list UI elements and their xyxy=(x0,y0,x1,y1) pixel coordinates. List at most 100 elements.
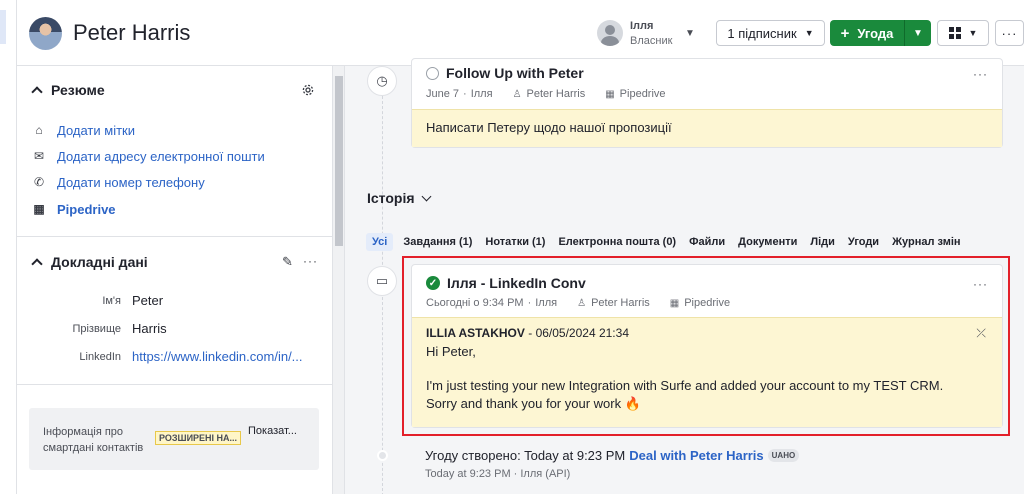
followers-button[interactable]: 1 підписник ▼ xyxy=(716,20,825,46)
note-icon: ▭ xyxy=(367,266,397,296)
edit-icon[interactable]: ✎ xyxy=(282,254,293,270)
person-avatar xyxy=(29,17,62,50)
history-title: Історія xyxy=(367,190,415,206)
activity-title[interactable]: Follow Up with Peter xyxy=(446,65,584,81)
activity-meta: June 7 · Ілля ♙ Peter Harris ▦ Pipedrive xyxy=(426,88,666,100)
field-first-name: Ім'я Peter xyxy=(17,293,332,311)
field-label: Прізвище xyxy=(72,323,121,335)
phone-icon: ✆ xyxy=(33,175,45,189)
add-labels-link[interactable]: ⌂ Додати мітки xyxy=(31,121,135,139)
smart-data-text: Інформація про смартдані контактів xyxy=(43,426,144,454)
history-filter-tabs: Усі Завдання (1) Нотатки (1) Електронна … xyxy=(366,232,974,252)
more-actions-button[interactable]: ··· xyxy=(995,20,1024,46)
chevron-down-icon: ▼ xyxy=(804,28,814,38)
organization-label: Pipedrive xyxy=(57,201,116,217)
add-deal-button[interactable]: + Угода xyxy=(830,20,904,46)
summary-title: Резюме xyxy=(51,82,105,98)
field-label: Ім'я xyxy=(102,295,121,307)
add-deal-label: Угода xyxy=(857,25,894,41)
tag-icon: ⌂ xyxy=(35,123,43,137)
tab-tasks[interactable]: Завдання (1) xyxy=(403,236,472,248)
chevron-down-icon: ▼ xyxy=(913,27,923,39)
sidebar: Резюме ⌂ Додати мітки ✉ Додати адресу ел… xyxy=(17,66,332,494)
scrollbar-thumb[interactable] xyxy=(335,76,343,246)
currency-badge: UAHO xyxy=(767,449,800,462)
plus-icon: + xyxy=(840,24,850,42)
person-header: Peter Harris Ілля Власник ▼ 1 підписник … xyxy=(17,0,1024,66)
chevron-down-icon xyxy=(421,191,431,201)
owner-avatar xyxy=(597,20,623,46)
owner-selector[interactable]: Ілля Власник ▼ xyxy=(597,18,702,50)
activity-title-row: Follow Up with Peter xyxy=(426,65,584,81)
gear-icon[interactable] xyxy=(302,84,314,96)
tab-documents[interactable]: Документи xyxy=(738,236,797,248)
tab-files[interactable]: Файли xyxy=(689,236,725,248)
upgrade-badge[interactable]: РОЗШИРЕНІ НА... xyxy=(155,431,242,445)
mail-icon: ✉ xyxy=(33,149,45,163)
nav-rail-active-item[interactable] xyxy=(0,10,6,44)
grid-icon xyxy=(948,27,961,39)
organization-link[interactable]: ▦ Pipedrive xyxy=(31,200,116,218)
smart-data-panel: Інформація про смартдані контактів РОЗШИ… xyxy=(29,408,319,470)
highlight-box xyxy=(402,256,1010,436)
deal-options-toggle[interactable]: ▼ xyxy=(905,20,931,46)
chevron-up-icon xyxy=(31,86,43,98)
activity-org[interactable]: Pipedrive xyxy=(620,88,666,100)
nav-rail xyxy=(0,0,17,494)
activity-date: June 7 xyxy=(426,88,460,100)
tab-leads[interactable]: Ліди xyxy=(810,236,835,248)
activity-user: Ілля xyxy=(470,88,493,100)
activity-card[interactable]: Follow Up with Peter ··· June 7 · Ілля ♙… xyxy=(411,58,1003,148)
timeline-dot xyxy=(377,450,388,461)
field-label: LinkedIn xyxy=(79,351,121,363)
deal-link[interactable]: Deal with Peter Harris xyxy=(629,448,763,463)
history-toggle[interactable]: Історія xyxy=(367,190,431,206)
building-icon: ▦ xyxy=(605,88,615,100)
add-deal-button-group: + Угода ▼ xyxy=(830,20,931,46)
owner-role: Власник xyxy=(630,35,673,47)
tab-notes[interactable]: Нотатки (1) xyxy=(485,236,545,248)
field-value[interactable]: Peter xyxy=(132,293,163,308)
activity-checkbox[interactable] xyxy=(426,66,439,80)
add-phone-link[interactable]: ✆ Додати номер телефону xyxy=(31,173,205,191)
tab-deals[interactable]: Угоди xyxy=(848,236,879,248)
card-more-icon[interactable]: ··· xyxy=(973,67,988,81)
chevron-down-icon: ▼ xyxy=(968,28,978,38)
tab-all[interactable]: Усі xyxy=(366,233,394,251)
person-icon: ♙ xyxy=(512,88,522,100)
activity-person[interactable]: Peter Harris xyxy=(527,88,586,100)
tab-changelog[interactable]: Журнал змін xyxy=(892,236,960,248)
field-value[interactable]: Harris xyxy=(132,321,167,336)
activity-note: Написати Петеру щодо нашої пропозиції xyxy=(412,109,1002,147)
building-icon: ▦ xyxy=(33,202,45,216)
sidebar-scrollbar[interactable] xyxy=(332,66,345,494)
details-section-toggle[interactable]: Докладні дані xyxy=(29,252,148,272)
field-linkedin: LinkedIn https://www.linkedin.com/in/... xyxy=(17,349,332,367)
deal-created-event: Угоду створено : Today at 9:23 PM Deal w… xyxy=(425,448,800,463)
deal-event-prefix: Угоду створено xyxy=(425,448,518,463)
section-divider xyxy=(17,384,332,385)
field-last-name: Прізвище Harris xyxy=(17,321,332,339)
person-name[interactable]: Peter Harris xyxy=(73,20,190,46)
more-icon[interactable]: ··· xyxy=(303,254,318,268)
view-switcher-button[interactable]: ▼ xyxy=(937,20,989,46)
add-phone-label: Додати номер телефону xyxy=(57,174,205,190)
add-email-link[interactable]: ✉ Додати адресу електронної пошти xyxy=(31,147,265,165)
deal-event-time: : Today at 9:23 PM xyxy=(517,448,626,463)
chevron-up-icon xyxy=(31,258,43,270)
summary-section-toggle[interactable]: Резюме xyxy=(29,80,105,100)
tab-email[interactable]: Електронна пошта (0) xyxy=(558,236,676,248)
activity-note-text: Написати Петеру щодо нашої пропозиції xyxy=(426,120,672,135)
followers-label: 1 підписник xyxy=(727,25,797,41)
deal-event-meta: Today at 9:23 PM · Ілля (API) xyxy=(425,468,571,480)
chevron-down-icon: ▼ xyxy=(685,28,695,39)
add-email-label: Додати адресу електронної пошти xyxy=(57,148,265,164)
owner-name: Ілля xyxy=(630,20,654,32)
linkedin-link[interactable]: https://www.linkedin.com/in/... xyxy=(132,349,303,364)
add-labels-label: Додати мітки xyxy=(57,122,135,138)
app-window: Peter Harris Ілля Власник ▼ 1 підписник … xyxy=(0,0,1024,494)
show-smart-data-link[interactable]: Показат... xyxy=(248,425,297,437)
details-title: Докладні дані xyxy=(51,254,148,270)
clock-icon: ◷ xyxy=(367,66,397,96)
section-divider xyxy=(17,236,332,237)
